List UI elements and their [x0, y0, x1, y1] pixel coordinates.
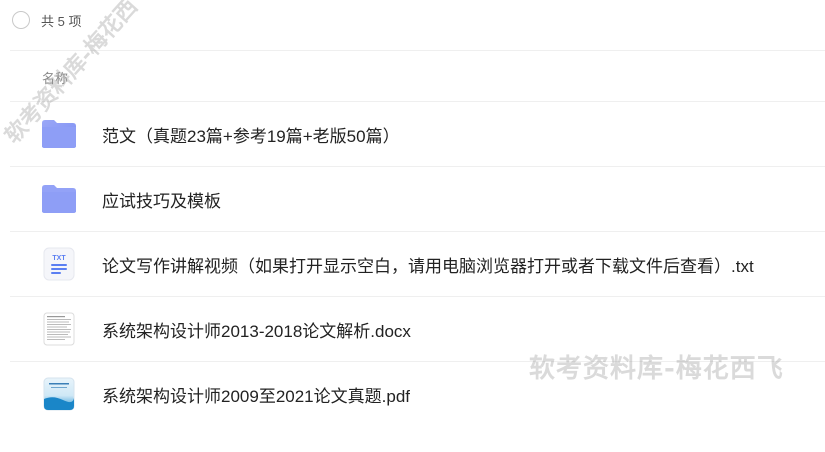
pdf-file-icon [40, 375, 78, 413]
file-row-folder-essays[interactable]: 范文（真题23篇+参考19篇+老版50篇） [10, 102, 825, 166]
file-name: 系统架构设计师2013-2018论文解析.docx [102, 321, 411, 341]
file-list-page: 共 5 项 名称 范文（真题23篇+参考19篇+老版50篇） 应试技巧及模板 T… [0, 0, 825, 452]
item-count: 共 5 项 [41, 13, 82, 29]
file-name: 论文写作讲解视频（如果打开显示空白，请用电脑浏览器打开或者下载文件后查看）.tx… [102, 256, 754, 276]
file-row-folder-tips[interactable]: 应试技巧及模板 [10, 167, 825, 231]
file-name: 应试技巧及模板 [102, 191, 221, 211]
svg-text:TXT: TXT [52, 255, 66, 262]
file-name: 系统架构设计师2009至2021论文真题.pdf [102, 386, 410, 406]
folder-icon [40, 115, 78, 153]
file-row-docx[interactable]: 系统架构设计师2013-2018论文解析.docx [10, 297, 825, 361]
column-header-name[interactable]: 名称 [42, 68, 68, 87]
file-row-pdf[interactable]: 系统架构设计师2009至2021论文真题.pdf [10, 362, 825, 426]
list-header: 共 5 项 [12, 9, 81, 31]
file-row-txt[interactable]: TXT 论文写作讲解视频（如果打开显示空白，请用电脑浏览器打开或者下载文件后查看… [10, 232, 825, 296]
folder-icon [40, 180, 78, 218]
docx-file-icon [40, 310, 78, 348]
txt-file-icon: TXT [40, 245, 78, 283]
file-name: 范文（真题23篇+参考19篇+老版50篇） [102, 126, 400, 146]
select-all-checkbox[interactable] [12, 11, 30, 29]
divider [10, 50, 825, 51]
